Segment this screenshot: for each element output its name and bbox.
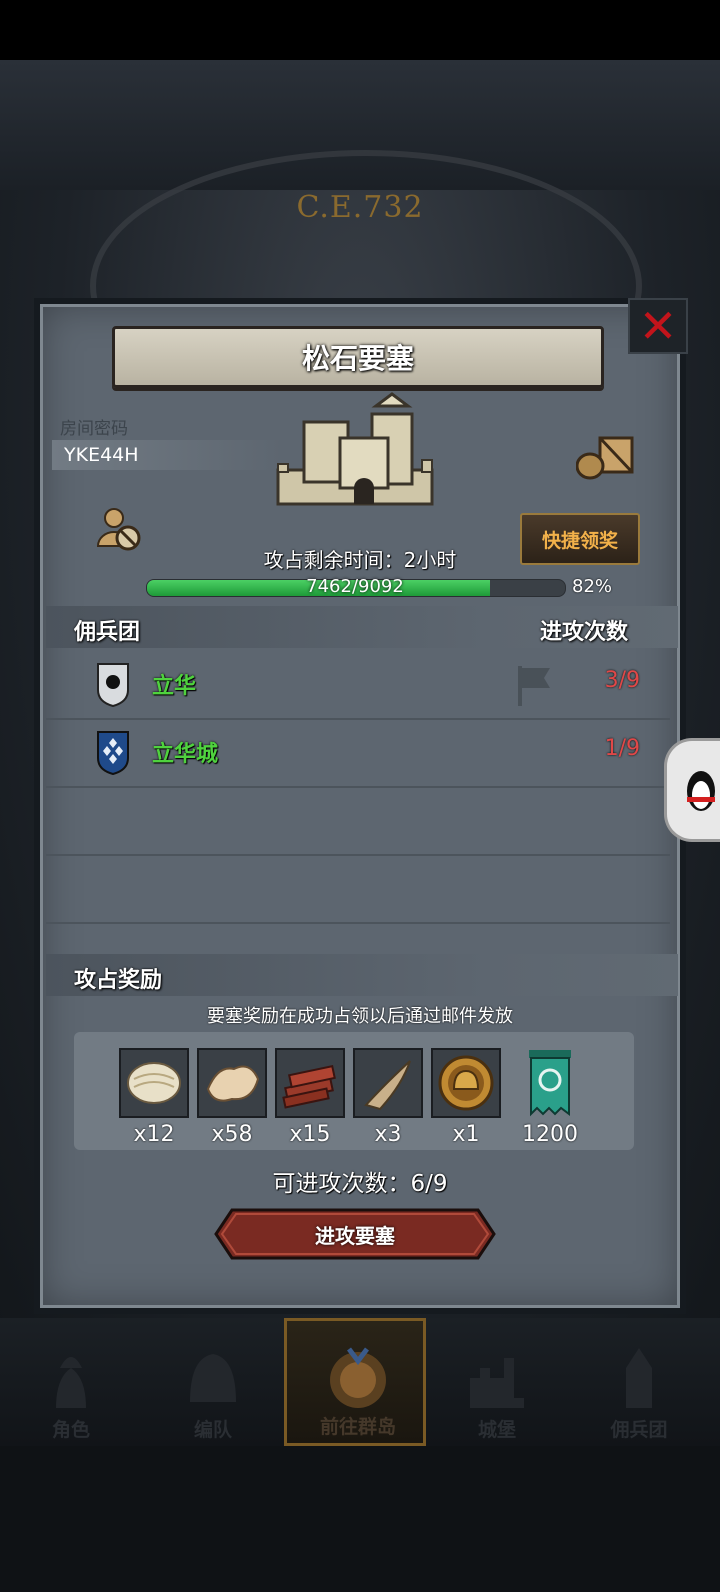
- reward-item[interactable]: x1: [430, 1048, 502, 1147]
- lumber-icon: [282, 1064, 336, 1109]
- mercenary-header: 佣兵团: [74, 620, 141, 645]
- bottom-nav: 角色 编队 前往群岛 城堡 佣兵团: [0, 1318, 720, 1446]
- attack-count-header: 进攻次数: [540, 620, 629, 645]
- reward-header: 攻占奖励: [74, 968, 163, 993]
- guild-attack-count: 3/9: [604, 668, 640, 693]
- title-plate: 松石要塞: [112, 326, 604, 388]
- attacks-remaining: 可进攻次数：6/9: [272, 1171, 448, 1197]
- guild-row[interactable]: 立华 3/9: [46, 650, 670, 720]
- bottom-area: [0, 1446, 720, 1592]
- close-button[interactable]: ✕: [628, 298, 688, 354]
- nav-item-role[interactable]: 角色: [0, 1318, 142, 1446]
- flag-icon: [518, 666, 550, 706]
- reward-item[interactable]: x15: [274, 1048, 346, 1147]
- banner-icon: [529, 1050, 571, 1117]
- nav-label: 前往群岛: [319, 1416, 396, 1438]
- empty-guild-row: [46, 854, 670, 924]
- helmet-icon: [190, 1354, 236, 1402]
- knight-icon: [56, 1357, 86, 1408]
- sun-shield-icon: [97, 663, 129, 708]
- room-code: YKE44H: [64, 444, 139, 466]
- loot-bag-crate-icon[interactable]: [576, 434, 634, 480]
- nav-item-mercenary[interactable]: 佣兵团: [568, 1318, 710, 1446]
- nav-label: 角色: [51, 1419, 90, 1441]
- reward-quantity: x1: [452, 1122, 480, 1147]
- penguin-icon: [687, 771, 715, 811]
- nav-label: 编队: [193, 1419, 232, 1441]
- attack-fortress-button[interactable]: 进攻要塞: [214, 1208, 496, 1260]
- reward-item[interactable]: x58: [196, 1048, 268, 1147]
- helmet-coin-icon: [438, 1055, 494, 1111]
- reward-quantity: x15: [289, 1122, 331, 1147]
- fortress-castle-icon: [276, 392, 434, 506]
- reward-item[interactable]: x3: [352, 1048, 424, 1147]
- empty-guild-row: [46, 786, 670, 856]
- reward-quantity: x58: [211, 1122, 253, 1147]
- progress-percent: 82%: [572, 576, 613, 597]
- guild-row[interactable]: 立华城 1/9: [46, 718, 670, 788]
- status-bar-area: [0, 0, 720, 60]
- reward-note: 要塞奖励在成功占领以后通过邮件发放: [207, 1006, 513, 1027]
- era-label: C.E.732: [296, 190, 424, 225]
- reward-quantity: x3: [374, 1122, 402, 1147]
- fur-icon: [206, 1065, 260, 1102]
- remaining-time: 攻占剩余时间：2小时: [263, 548, 457, 572]
- nav-item-formation[interactable]: 编队: [142, 1318, 284, 1446]
- castle-icon: [470, 1358, 524, 1408]
- island-compass-icon: [330, 1347, 386, 1408]
- close-icon: ✕: [638, 299, 678, 353]
- reward-quantity: x12: [133, 1122, 175, 1147]
- diamond-shield-icon: [97, 731, 129, 776]
- nav-label: 城堡: [477, 1419, 516, 1441]
- reward-quantity: 1200: [522, 1122, 578, 1147]
- reward-item[interactable]: 1200: [514, 1048, 586, 1147]
- fleece-icon: [127, 1062, 181, 1104]
- dialog-title: 松石要塞: [301, 342, 414, 375]
- guild-name: 立华城: [152, 742, 219, 767]
- guild-name: 立华: [152, 674, 197, 699]
- horn-icon: [364, 1060, 411, 1111]
- nav-label: 佣兵团: [610, 1419, 668, 1441]
- room-code-label: 房间密码: [60, 419, 128, 439]
- qq-float-button[interactable]: [664, 738, 720, 842]
- nav-item-castle[interactable]: 城堡: [426, 1318, 568, 1446]
- guild-attack-count: 1/9: [604, 736, 640, 761]
- reward-item[interactable]: x12: [118, 1048, 190, 1147]
- mercenary-tower-icon: [626, 1348, 652, 1408]
- nav-item-islands[interactable]: 前往群岛: [284, 1318, 426, 1446]
- progress-value: 7462/9092: [306, 576, 404, 597]
